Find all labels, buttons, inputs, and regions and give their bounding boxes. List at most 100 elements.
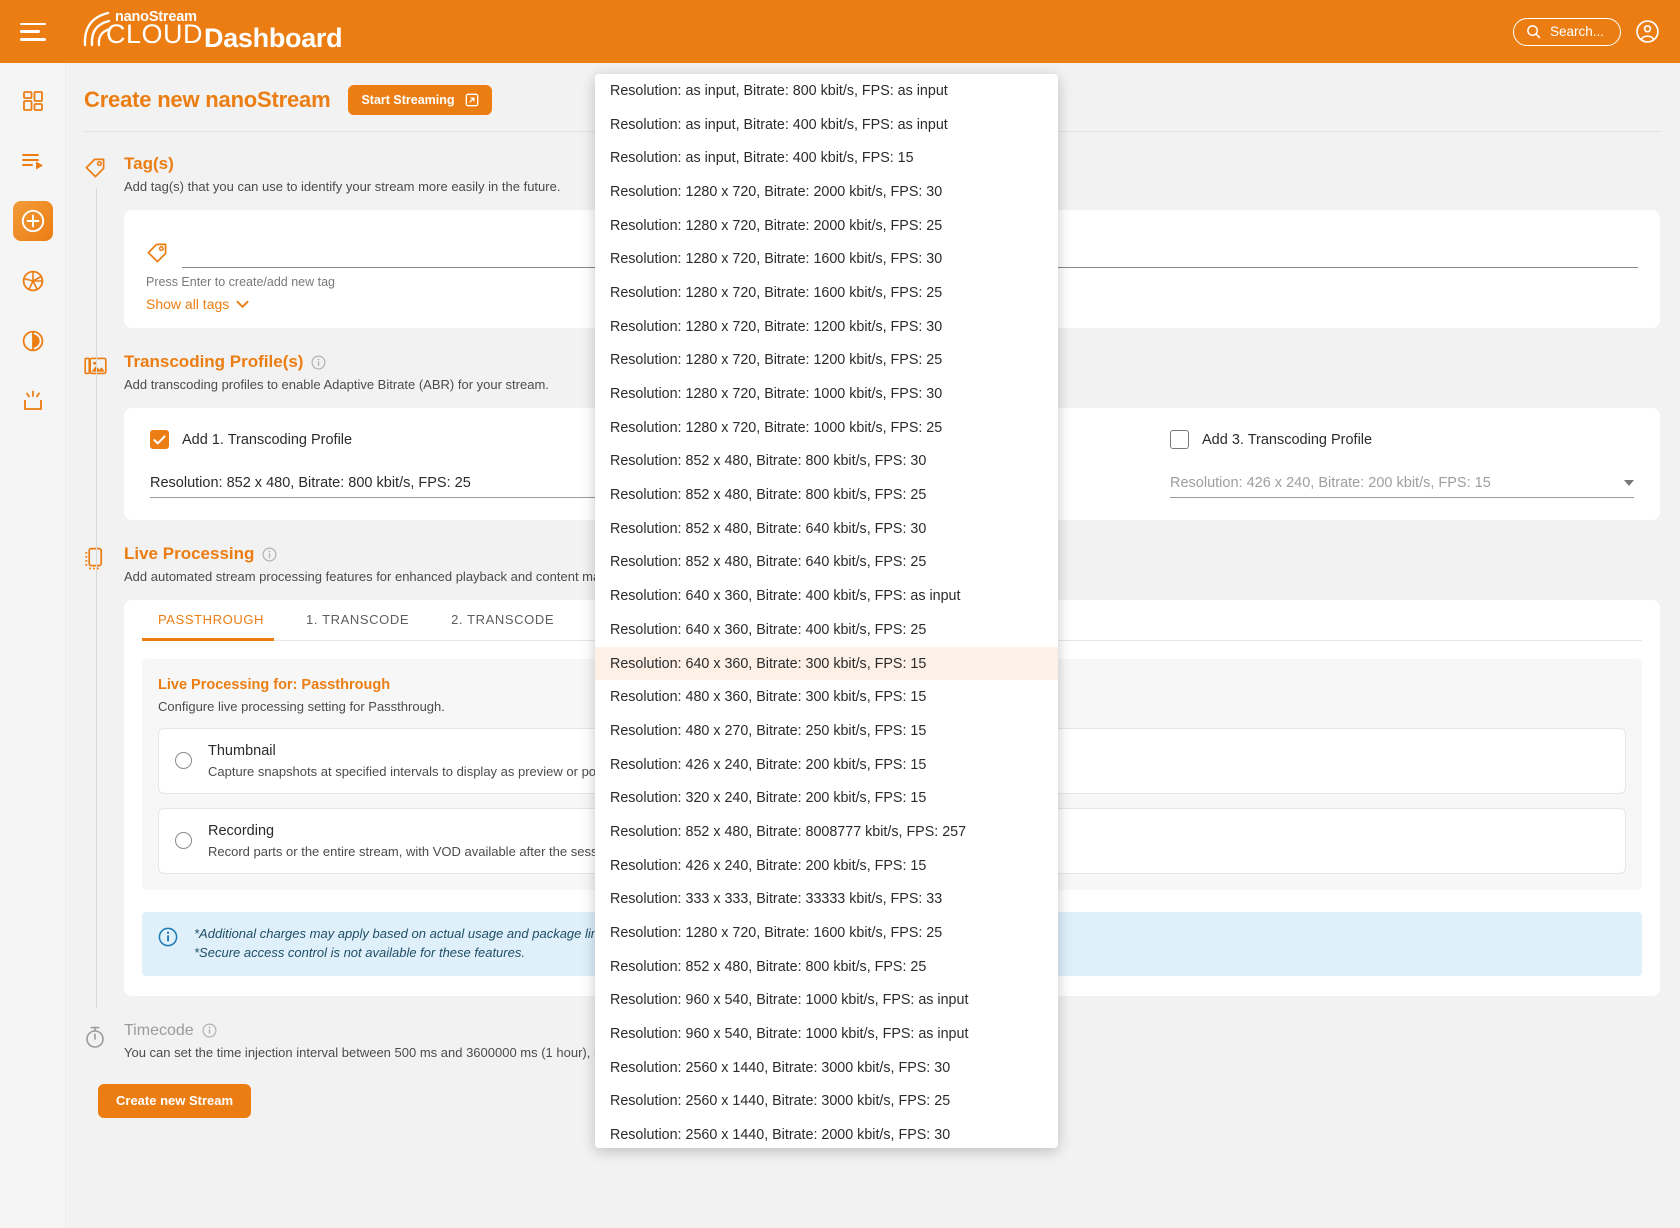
aperture-icon: [22, 270, 43, 292]
sidebar-item-analytics[interactable]: [13, 321, 53, 361]
recording-radio[interactable]: [175, 832, 192, 849]
external-link-icon: [465, 93, 478, 107]
sidebar-item-dashboard[interactable]: [13, 81, 53, 121]
dropdown-option[interactable]: Resolution: 1280 x 720, Bitrate: 1600 kb…: [595, 276, 1058, 310]
dropdown-option[interactable]: Resolution: 852 x 480, Bitrate: 640 kbit…: [595, 546, 1058, 580]
dropdown-option[interactable]: Resolution: as input, Bitrate: 800 kbit/…: [595, 74, 1058, 108]
sidebar-item-streams[interactable]: [13, 141, 53, 181]
chevron-down-icon: [1624, 479, 1634, 486]
logo-cloud-text: CLOUD: [106, 19, 204, 49]
live-processing-icon: [85, 547, 103, 570]
brand-logo: nanoStream CLOUD Dashboard: [82, 7, 343, 56]
dashboard-grid-icon: [22, 91, 43, 111]
profile-1-checkbox-row[interactable]: Add 1. Transcoding Profile: [150, 430, 614, 449]
timecode-title: Timecode: [124, 1021, 194, 1039]
resolution-options-dropdown[interactable]: Resolution: as input, Bitrate: 800 kbit/…: [595, 74, 1058, 1148]
dropdown-option[interactable]: Resolution: 333 x 333, Bitrate: 33333 kb…: [595, 883, 1058, 917]
sidebar-item-create-new[interactable]: [12, 201, 53, 241]
start-streaming-button[interactable]: Start Streaming: [348, 85, 492, 115]
dropdown-option[interactable]: Resolution: 2560 x 1440, Bitrate: 3000 k…: [595, 1085, 1058, 1119]
dropdown-option[interactable]: Resolution: 320 x 240, Bitrate: 200 kbit…: [595, 781, 1058, 815]
dropdown-option[interactable]: Resolution: as input, Bitrate: 400 kbit/…: [595, 141, 1058, 175]
live-processing-icon-wrap: [84, 544, 124, 996]
sidebar-item-capture[interactable]: [13, 261, 53, 301]
dropdown-option[interactable]: Resolution: as input, Bitrate: 400 kbit/…: [595, 108, 1058, 142]
playlist-play-icon: [21, 154, 43, 170]
start-streaming-label: Start Streaming: [361, 93, 455, 107]
section-rail: [96, 328, 97, 520]
dropdown-option[interactable]: Resolution: 426 x 240, Bitrate: 200 kbit…: [595, 748, 1058, 782]
tab-passthrough[interactable]: PASSTHROUGH: [142, 600, 280, 641]
transcoding-title: Transcoding Profile(s): [124, 352, 304, 371]
dropdown-option[interactable]: Resolution: 480 x 270, Bitrate: 250 kbit…: [595, 714, 1058, 748]
info-icon[interactable]: [202, 1023, 217, 1038]
dropdown-option[interactable]: Resolution: 2560 x 1440, Bitrate: 3000 k…: [595, 1051, 1058, 1085]
show-all-tags-label: Show all tags: [146, 296, 230, 312]
tab-transcode-2[interactable]: 2. TRANSCODE: [435, 600, 570, 640]
dropdown-option[interactable]: Resolution: 640 x 360, Bitrate: 300 kbit…: [595, 646, 1058, 681]
dropdown-option[interactable]: Resolution: 1280 x 720, Bitrate: 1600 kb…: [595, 242, 1058, 276]
dropdown-option[interactable]: Resolution: 1280 x 720, Bitrate: 1200 kb…: [595, 344, 1058, 378]
info-icon[interactable]: [262, 547, 277, 562]
dropdown-option[interactable]: Resolution: 960 x 540, Bitrate: 1000 kbi…: [595, 984, 1058, 1018]
dropdown-option[interactable]: Resolution: 852 x 480, Bitrate: 8008777 …: [595, 815, 1058, 849]
dropdown-option[interactable]: Resolution: 852 x 480, Bitrate: 800 kbit…: [595, 445, 1058, 479]
profile-1-label: Add 1. Transcoding Profile: [182, 431, 353, 448]
top-bar: nanoStream CLOUD Dashboard Search...: [0, 0, 1680, 63]
transcoding-icon-wrap: [84, 352, 124, 520]
create-new-stream-button[interactable]: Create new Stream: [98, 1083, 252, 1118]
user-account-icon[interactable]: [1635, 19, 1660, 44]
dropdown-option[interactable]: Resolution: 1280 x 720, Bitrate: 1000 kb…: [595, 377, 1058, 411]
add-circle-icon: [21, 209, 44, 233]
check-icon: [153, 434, 166, 444]
tag-icon: [85, 158, 105, 178]
tag-icon: [147, 243, 167, 263]
search-icon: [1527, 25, 1541, 39]
live-processing-title: Live Processing: [124, 544, 255, 563]
dropdown-option[interactable]: Resolution: 1280 x 720, Bitrate: 1600 kb…: [595, 916, 1058, 950]
dropdown-option[interactable]: Resolution: 1280 x 720, Bitrate: 2000 kb…: [595, 209, 1058, 243]
profile-3-select[interactable]: Resolution: 426 x 240, Bitrate: 200 kbit…: [1170, 468, 1634, 498]
info-circle-icon: [158, 927, 178, 947]
timecode-icon-wrap: [84, 1022, 124, 1060]
dropdown-option[interactable]: Resolution: 1280 x 720, Bitrate: 1200 kb…: [595, 310, 1058, 344]
transcoding-profile-3: Add 3. Transcoding Profile Resolution: 4…: [1170, 430, 1634, 498]
sidebar-item-downloads[interactable]: [13, 381, 53, 421]
pie-chart-icon: [22, 330, 43, 352]
dropdown-option[interactable]: Resolution: 1280 x 720, Bitrate: 1000 kb…: [595, 411, 1058, 445]
search-placeholder-text: Search...: [1549, 24, 1604, 39]
dropdown-option[interactable]: Resolution: 426 x 240, Bitrate: 200 kbit…: [595, 849, 1058, 883]
hamburger-menu-icon[interactable]: [20, 22, 46, 41]
dropdown-option[interactable]: Resolution: 640 x 360, Bitrate: 400 kbit…: [595, 613, 1058, 647]
profile-1-checkbox[interactable]: [150, 430, 169, 449]
profile-1-select[interactable]: Resolution: 852 x 480, Bitrate: 800 kbit…: [150, 468, 614, 498]
dropdown-option[interactable]: Resolution: 640 x 360, Bitrate: 400 kbit…: [595, 579, 1058, 613]
tab-transcode-1[interactable]: 1. TRANSCODE: [290, 600, 425, 640]
dropdown-option[interactable]: Resolution: 852 x 480, Bitrate: 640 kbit…: [595, 512, 1058, 546]
profile-3-checkbox-row[interactable]: Add 3. Transcoding Profile: [1170, 430, 1634, 449]
thumbnail-radio[interactable]: [175, 752, 192, 769]
dropdown-option[interactable]: Resolution: 852 x 480, Bitrate: 800 kbit…: [595, 950, 1058, 984]
dropdown-option[interactable]: Resolution: 852 x 480, Bitrate: 800 kbit…: [595, 478, 1058, 512]
nanostream-cloud-logo: nanoStream CLOUD: [82, 7, 203, 49]
profile-1-select-value: Resolution: 852 x 480, Bitrate: 800 kbit…: [150, 474, 471, 491]
dropdown-option[interactable]: Resolution: 480 x 360, Bitrate: 300 kbit…: [595, 680, 1058, 714]
dropdown-option[interactable]: Resolution: 1280 x 720, Bitrate: 2000 kb…: [595, 175, 1058, 209]
section-rail: [96, 188, 97, 328]
profile-3-checkbox[interactable]: [1170, 430, 1189, 449]
dropdown-option[interactable]: Resolution: 960 x 540, Bitrate: 1000 kbi…: [595, 1017, 1058, 1051]
note-line-2: *Secure access control is not available …: [194, 944, 525, 960]
search-input[interactable]: Search...: [1512, 17, 1621, 46]
note-line-1: *Additional charges may apply based on a…: [194, 926, 619, 941]
section-rail: [96, 995, 97, 1008]
dropdown-option[interactable]: Resolution: 2560 x 1440, Bitrate: 2000 k…: [595, 1118, 1058, 1148]
section-rail: [96, 520, 97, 996]
top-bar-right: Search...: [1512, 17, 1660, 46]
chevron-down-icon: [236, 300, 249, 308]
page-title: Create new nanoStream: [84, 87, 331, 112]
app-root: nanoStream CLOUD Dashboard Search... Cre…: [0, 0, 1680, 1228]
inbox-download-icon: [23, 390, 42, 410]
dashboard-title: Dashboard: [204, 23, 343, 53]
stopwatch-icon: [86, 1026, 104, 1048]
info-icon[interactable]: [311, 355, 326, 370]
